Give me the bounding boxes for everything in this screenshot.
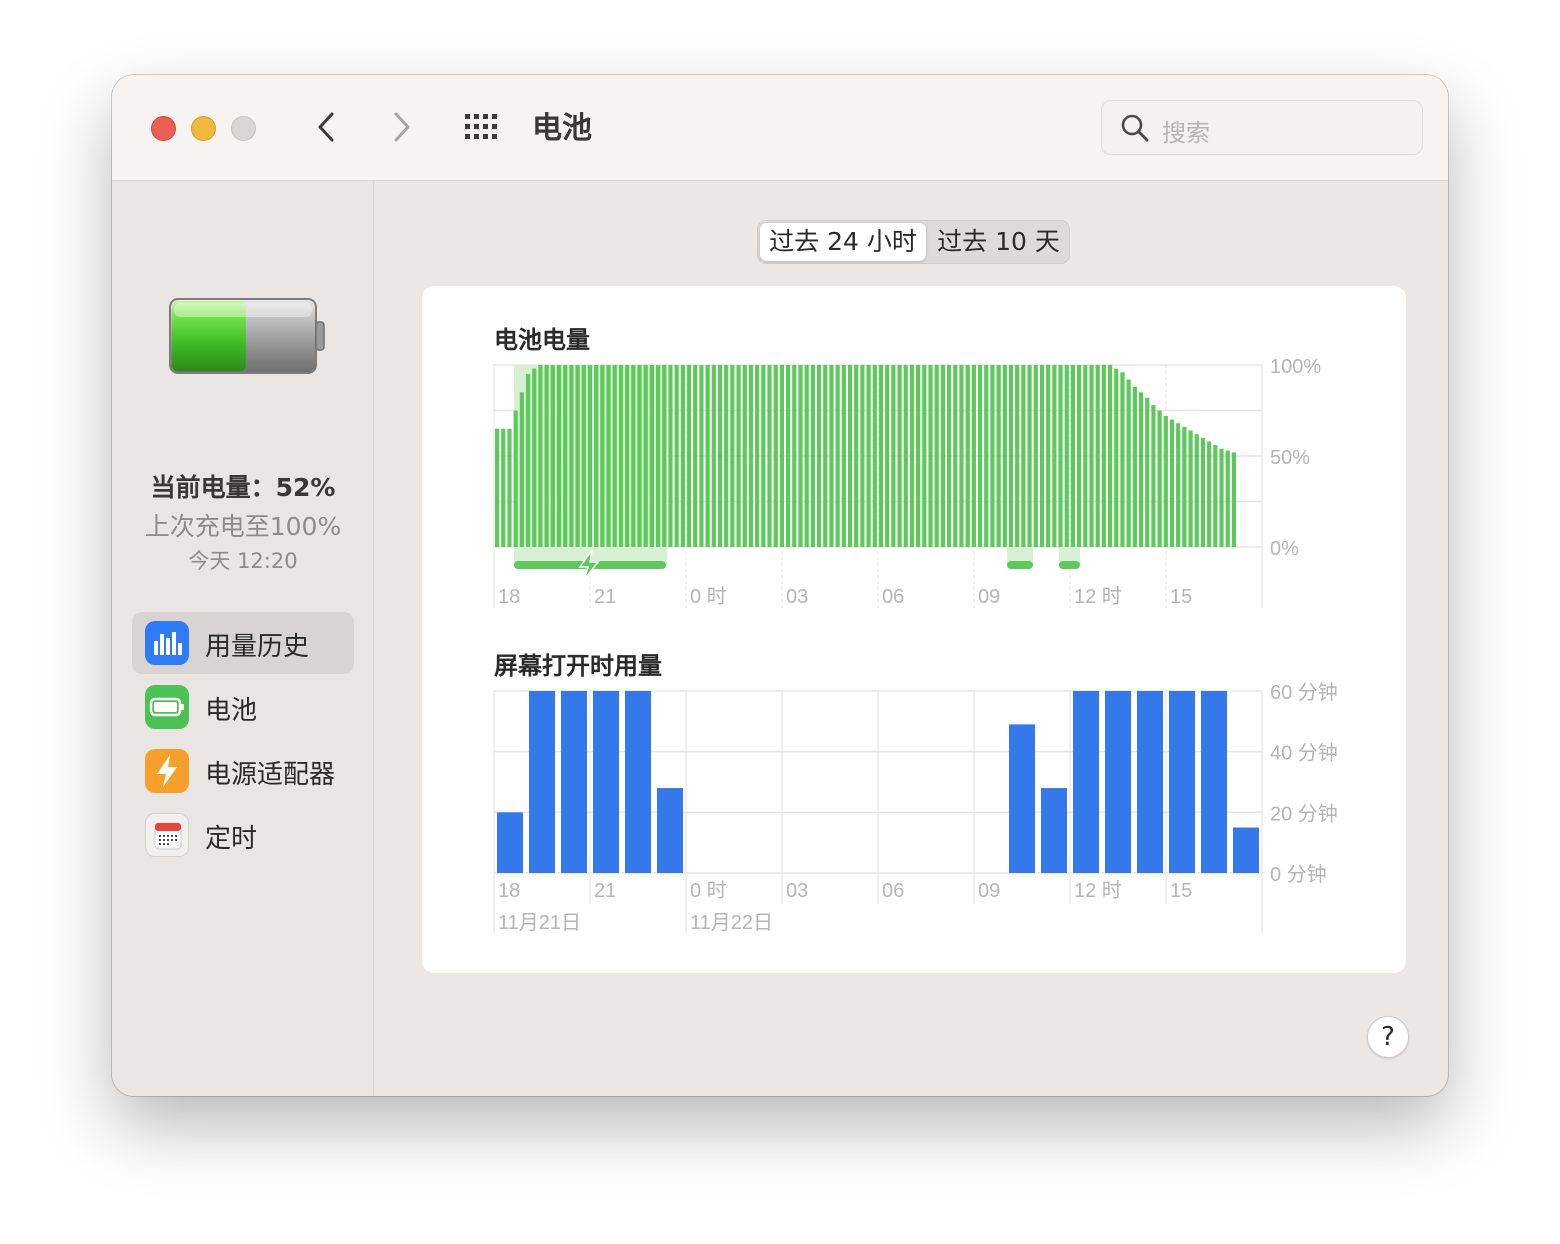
battery-settings-window: 电池 搜索 当前电量：52% 上次充电至100% 今天 12:20 用量历史 电… [112, 75, 1448, 1096]
sidebar-item-label: 电源适配器 [205, 760, 336, 790]
close-button[interactable] [151, 116, 176, 141]
usage-bar [1009, 724, 1035, 873]
y-tick-label: 0 分钟 [1270, 863, 1327, 886]
bolt-icon [145, 749, 189, 793]
usage-bar [657, 788, 683, 873]
usage-bar [625, 691, 651, 873]
usage-bar [1233, 827, 1259, 873]
usage-bar [1041, 788, 1067, 873]
x-tick-label: 09 [978, 880, 1000, 902]
battery-icon [145, 685, 189, 729]
x-tick-label: 12 时 [1074, 879, 1122, 902]
usage-history-icon [145, 621, 189, 665]
sidebar-item-power-adapter[interactable]: 电源适配器 [132, 740, 354, 802]
last-charged-label: 上次充电至100% [144, 512, 342, 541]
search-field[interactable]: 搜索 [1101, 100, 1423, 155]
usage-bar [1201, 691, 1227, 873]
grid-icon [465, 114, 497, 139]
tab-last-10-days[interactable]: 过去 10 天 [928, 223, 1069, 261]
date-label: 11月21日 [498, 912, 581, 934]
minimize-button[interactable] [191, 116, 216, 141]
help-button[interactable]: ? [1367, 1016, 1409, 1058]
show-all-button[interactable] [464, 112, 504, 142]
back-button[interactable] [308, 105, 348, 149]
screen-on-usage-chart: 60 分钟 40 分钟 20 分钟 0 分钟 18 21 0 时 03 06 09 12 时 15 11… [493, 681, 1338, 934]
usage-bar [593, 691, 619, 873]
usage-bar [1169, 691, 1195, 873]
chevron-left-icon [318, 112, 334, 142]
usage-bar [1137, 691, 1163, 873]
title-bar: 电池 搜索 [112, 75, 1448, 181]
x-tick-label: 18 [498, 880, 520, 902]
sidebar-item-usage-history[interactable]: 用量历史 [132, 612, 354, 674]
window-title: 电池 [532, 111, 592, 146]
chevron-right-icon [394, 112, 410, 142]
x-tick-label: 0 时 [690, 879, 727, 902]
y-tick-label: 40 分钟 [1270, 742, 1338, 765]
sidebar: 当前电量：52% 上次充电至100% 今天 12:20 用量历史 电池 电源适配… [112, 181, 374, 1096]
current-battery-level: 当前电量：52% [150, 473, 336, 502]
last-charged-time: 今天 12:20 [188, 549, 298, 573]
sidebar-item-battery[interactable]: 电池 [132, 676, 354, 738]
sidebar-item-label: 电池 [205, 696, 258, 726]
time-range-segmented-control: 过去 24 小时 过去 10 天 [757, 220, 1070, 264]
x-tick-label: 03 [786, 880, 808, 902]
sidebar-item-schedule[interactable]: 定时 [132, 804, 354, 866]
zoom-button[interactable] [231, 116, 256, 141]
x-tick-label: 15 [1170, 880, 1192, 902]
y-tick-label: 20 分钟 [1270, 802, 1338, 825]
battery-level-icon [166, 294, 326, 382]
x-tick-label: 21 [594, 880, 616, 902]
tab-last-24-hours[interactable]: 过去 24 小时 [760, 223, 926, 261]
usage-bar [497, 812, 523, 873]
search-placeholder: 搜索 [1162, 119, 1210, 147]
y-tick-label: 60 分钟 [1270, 681, 1338, 704]
usage-bar [1105, 691, 1131, 873]
charts-panel: 电池电量 100% 50% 0% 18 21 0 时 03 06 09 12 时 15 屏幕打开时用… [422, 286, 1406, 973]
x-tick-label: 06 [882, 880, 904, 902]
sidebar-item-label: 用量历史 [205, 632, 310, 662]
forward-button[interactable] [382, 105, 422, 149]
search-icon [1121, 114, 1149, 142]
usage-bar [529, 691, 555, 873]
usage-bar [1073, 691, 1099, 873]
sidebar-item-label: 定时 [205, 824, 258, 854]
calendar-icon [145, 813, 189, 857]
date-label: 11月22日 [690, 912, 773, 934]
usage-bar [561, 691, 587, 873]
